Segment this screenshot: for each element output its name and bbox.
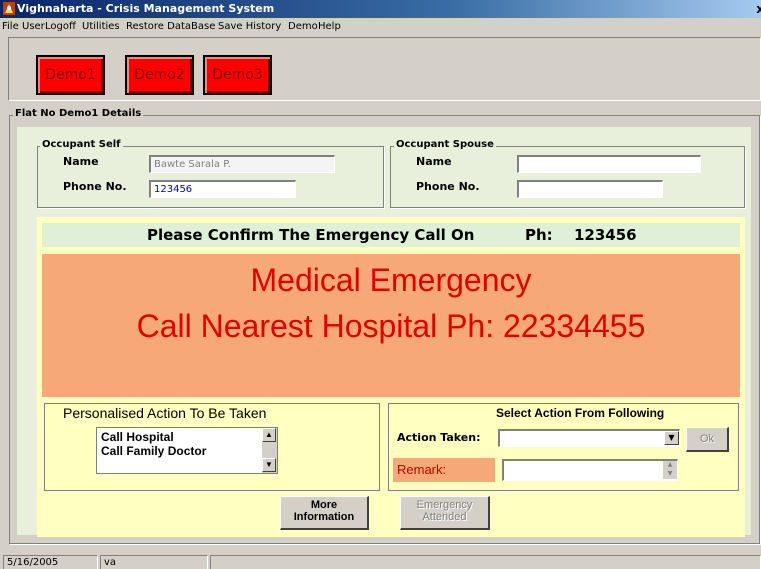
title-bar: Vighnaharta - Crisis Management System x — [0, 0, 761, 18]
more-information-line-1: More — [310, 499, 338, 511]
remark-scrollbar[interactable]: ▲ ▼ — [663, 461, 677, 479]
spouse-name-field[interactable] — [517, 155, 701, 173]
menu-demo[interactable]: Demo — [288, 18, 318, 35]
menu-file[interactable]: File — [2, 18, 19, 35]
emergency-attended-line-1: Emergency — [416, 499, 473, 511]
more-information-line-2: Information — [293, 511, 355, 523]
confirm-ph-label: Ph: — [525, 226, 553, 244]
spouse-phone-field[interactable] — [517, 180, 663, 198]
menu-help[interactable]: Help — [318, 18, 341, 35]
self-phone-field[interactable]: 123456 — [149, 180, 296, 198]
status-date: 5/16/2005 — [3, 555, 98, 569]
list-item[interactable]: Call Hospital — [101, 430, 174, 444]
personalised-action-list[interactable]: Call Hospital Call Family Doctor ▲ ▼ — [96, 427, 278, 474]
self-name-label: Name — [63, 155, 99, 168]
occupant-self-legend: Occupant Self — [40, 139, 123, 150]
emergency-alert: Medical Emergency Call Nearest Hospital … — [42, 254, 740, 397]
status-empty-panel — [210, 555, 761, 569]
emergency-attended-line-2: Attended — [422, 511, 467, 523]
alert-line-2: Call Nearest Hospital Ph: 22334455 — [136, 308, 646, 344]
menu-restore-database[interactable]: Restore DataBase — [126, 18, 215, 35]
dropdown-arrow-icon[interactable]: ▼ — [664, 431, 679, 445]
window-title: Vighnaharta - Crisis Management System — [17, 2, 275, 15]
action-taken-dropdown[interactable] — [498, 429, 680, 447]
menu-logoff[interactable]: Logoff — [45, 18, 76, 35]
more-information-button[interactable]: More Information — [280, 496, 369, 530]
status-bar: 5/16/2005 va — [0, 552, 761, 569]
scroll-down-icon[interactable]: ▼ — [262, 458, 276, 472]
status-user: va — [100, 555, 208, 569]
remark-field[interactable] — [502, 459, 678, 481]
self-name-field[interactable]: Bawte Sarala P. — [149, 155, 335, 173]
demo1-button[interactable]: Demo1 — [36, 55, 105, 95]
confirm-ph-value: 123456 — [574, 226, 637, 244]
menu-utilities[interactable]: Utilities — [82, 18, 120, 35]
occupant-spouse-legend: Occupant Spouse — [394, 139, 496, 150]
emergency-attended-button[interactable]: Emergency Attended — [400, 496, 490, 530]
list-item[interactable]: Call Family Doctor — [101, 444, 206, 458]
alert-line-1: Medical Emergency — [250, 262, 532, 298]
menu-save-history[interactable]: Save History — [218, 18, 281, 35]
confirm-bar: Please Confirm The Emergency Call On Ph:… — [42, 223, 740, 247]
self-phone-label: Phone No. — [63, 180, 127, 193]
remark-label: Remark: — [397, 462, 447, 477]
close-icon[interactable]: x — [756, 0, 761, 18]
confirm-text: Please Confirm The Emergency Call On — [147, 226, 475, 244]
scroll-up-icon[interactable]: ▲ — [663, 461, 677, 470]
spouse-phone-label: Phone No. — [416, 180, 480, 193]
personalised-action-title: Personalised Action To Be Taken — [63, 405, 267, 421]
scroll-up-icon[interactable]: ▲ — [262, 428, 276, 442]
toolbar: Demo1 Demo2 Demo3 — [8, 37, 761, 101]
ok-button[interactable]: Ok — [686, 427, 729, 452]
menu-user[interactable]: User — [22, 18, 45, 35]
flat-details-legend: Flat No Demo1 Details — [13, 108, 144, 119]
spouse-name-label: Name — [416, 155, 452, 168]
select-action-title: Select Action From Following — [496, 406, 665, 420]
app-icon — [3, 2, 15, 15]
menu-bar: File User Logoff Utilities Restore DataB… — [0, 18, 761, 35]
demo2-button[interactable]: Demo2 — [125, 55, 194, 95]
list-scrollbar[interactable]: ▲ ▼ — [262, 428, 277, 473]
scroll-down-icon[interactable]: ▼ — [663, 470, 677, 479]
action-taken-label: Action Taken: — [397, 431, 481, 444]
demo3-button[interactable]: Demo3 — [203, 55, 272, 95]
